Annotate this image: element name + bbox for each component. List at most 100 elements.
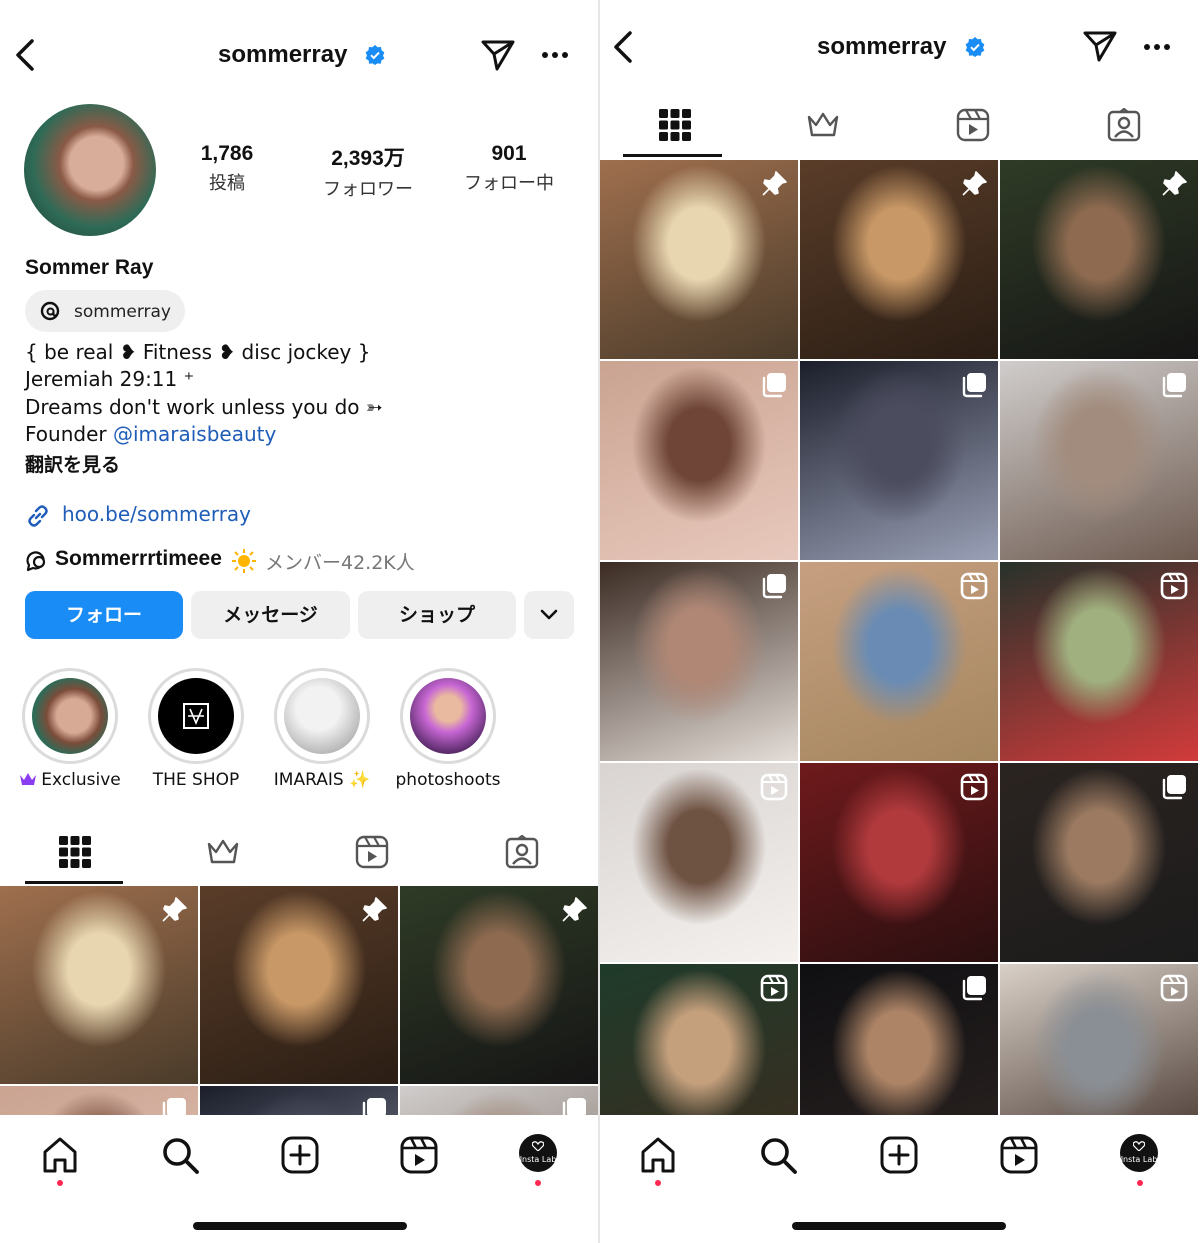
tab-tagged[interactable]: [1049, 95, 1198, 155]
highlight-ring: [400, 668, 496, 764]
bio-line-3: Dreams don't work unless you do ➳: [25, 395, 383, 419]
top-bar: sommerray: [600, 0, 1198, 100]
profile-tabs: [600, 95, 1198, 157]
follow-button[interactable]: フォロー: [25, 591, 183, 639]
crown-icon: [20, 773, 37, 785]
search-icon[interactable]: [758, 1135, 798, 1175]
stat-posts[interactable]: 1,786 投稿: [157, 142, 297, 195]
reel-badge-icon: [960, 572, 988, 600]
reels-icon: [956, 108, 990, 142]
shop-logo-icon: [183, 703, 209, 729]
reels-icon[interactable]: [399, 1135, 439, 1175]
post-thumbnail[interactable]: [1000, 562, 1198, 761]
back-arrow-icon[interactable]: [610, 30, 638, 64]
profile-notification-dot: [535, 1180, 541, 1186]
post-thumbnail[interactable]: [200, 886, 398, 1084]
create-post-icon[interactable]: [879, 1135, 919, 1175]
profile-avatar-tab[interactable]: Insta Lab: [1120, 1134, 1158, 1172]
highlight-cover: [410, 678, 486, 754]
carousel-icon: [760, 371, 788, 399]
suggestions-dropdown-button[interactable]: [524, 591, 574, 639]
highlight-label: IMARAIS ✨: [273, 770, 371, 790]
reel-badge-icon: [760, 974, 788, 1002]
sun-emoji-icon: [232, 549, 256, 573]
heart-logo-icon: [532, 1141, 544, 1151]
stat-following-label: フォロー中: [464, 173, 554, 194]
home-icon[interactable]: [40, 1135, 80, 1175]
reels-icon: [355, 835, 389, 869]
full-name: Sommer Ray: [25, 256, 154, 279]
tab-subscriptions[interactable]: [148, 822, 298, 882]
reel-badge-icon: [1160, 572, 1188, 600]
profile-avatar[interactable]: [24, 104, 156, 236]
pinned-icon: [560, 896, 588, 924]
pinned-icon: [760, 170, 788, 198]
chevron-down-icon: [540, 609, 558, 620]
bio-mention-link[interactable]: @imaraisbeauty: [113, 422, 276, 446]
highlight-label: photoshoots: [395, 770, 501, 790]
threads-handle: sommerray: [74, 302, 171, 322]
carousel-icon: [760, 572, 788, 600]
stat-following[interactable]: 901 フォロー中: [439, 142, 579, 195]
stat-posts-label: 投稿: [209, 173, 245, 194]
threads-badge[interactable]: sommerray: [25, 290, 185, 332]
carousel-icon: [1160, 773, 1188, 801]
more-options-icon[interactable]: [1144, 43, 1170, 51]
post-thumbnail[interactable]: [1000, 763, 1198, 962]
post-thumbnail[interactable]: [400, 886, 598, 1084]
reel-badge-icon: [960, 773, 988, 801]
profile-screen-right: sommerray Insta Lab: [600, 0, 1198, 1243]
create-post-icon[interactable]: [280, 1135, 320, 1175]
back-arrow-icon[interactable]: [12, 38, 40, 72]
post-thumbnail[interactable]: [800, 361, 998, 560]
highlight-label: THE SHOP: [152, 770, 240, 790]
more-options-icon[interactable]: [542, 51, 568, 59]
highlight-ring: [22, 668, 118, 764]
see-translation-link[interactable]: 翻訳を見る: [25, 450, 120, 477]
send-message-icon[interactable]: [480, 38, 516, 72]
profile-avatar-tab[interactable]: Insta Lab: [519, 1134, 557, 1172]
tab-reels[interactable]: [297, 822, 447, 882]
tagged-person-icon: [505, 835, 539, 869]
grid-icon: [659, 109, 691, 141]
shop-button[interactable]: ショップ: [358, 591, 516, 639]
post-thumbnail[interactable]: [600, 160, 798, 359]
crown-icon: [207, 839, 239, 864]
pinned-icon: [960, 170, 988, 198]
search-icon[interactable]: [160, 1135, 200, 1175]
tab-tagged[interactable]: [447, 822, 597, 882]
bio-line-4: Founder @imaraisbeauty: [25, 422, 276, 446]
stat-following-value: 901: [491, 142, 527, 165]
stat-followers[interactable]: 2,393万 フォロワー: [298, 142, 438, 201]
send-message-icon[interactable]: [1082, 29, 1118, 63]
post-thumbnail[interactable]: [0, 886, 198, 1084]
link-icon: [28, 505, 48, 527]
highlight-cover: [284, 678, 360, 754]
post-thumbnail[interactable]: [600, 763, 798, 962]
tab-posts[interactable]: [0, 822, 150, 882]
post-thumbnail[interactable]: [600, 361, 798, 560]
reel-badge-icon: [760, 773, 788, 801]
tab-subscriptions[interactable]: [748, 95, 898, 155]
tagged-person-icon: [1107, 108, 1141, 142]
post-thumbnail[interactable]: [1000, 361, 1198, 560]
posts-grid: [600, 160, 1198, 1163]
threads-icon: [40, 301, 60, 321]
post-thumbnail[interactable]: [800, 160, 998, 359]
post-thumbnail[interactable]: [800, 562, 998, 761]
post-thumbnail[interactable]: [600, 562, 798, 761]
tab-posts[interactable]: [600, 95, 750, 155]
home-icon[interactable]: [638, 1135, 678, 1175]
pinned-icon: [360, 896, 388, 924]
tab-reels[interactable]: [898, 95, 1048, 155]
posts-grid: [0, 886, 598, 1243]
message-button[interactable]: メッセージ: [191, 591, 350, 639]
reels-icon[interactable]: [999, 1135, 1039, 1175]
post-thumbnail[interactable]: [800, 763, 998, 962]
highlight-cover: [32, 678, 108, 754]
highlight-label-text: Exclusive: [41, 770, 121, 790]
reel-badge-icon: [1160, 974, 1188, 1002]
stat-posts-value: 1,786: [200, 142, 254, 165]
post-thumbnail[interactable]: [1000, 160, 1198, 359]
channel-icon: [26, 551, 46, 572]
